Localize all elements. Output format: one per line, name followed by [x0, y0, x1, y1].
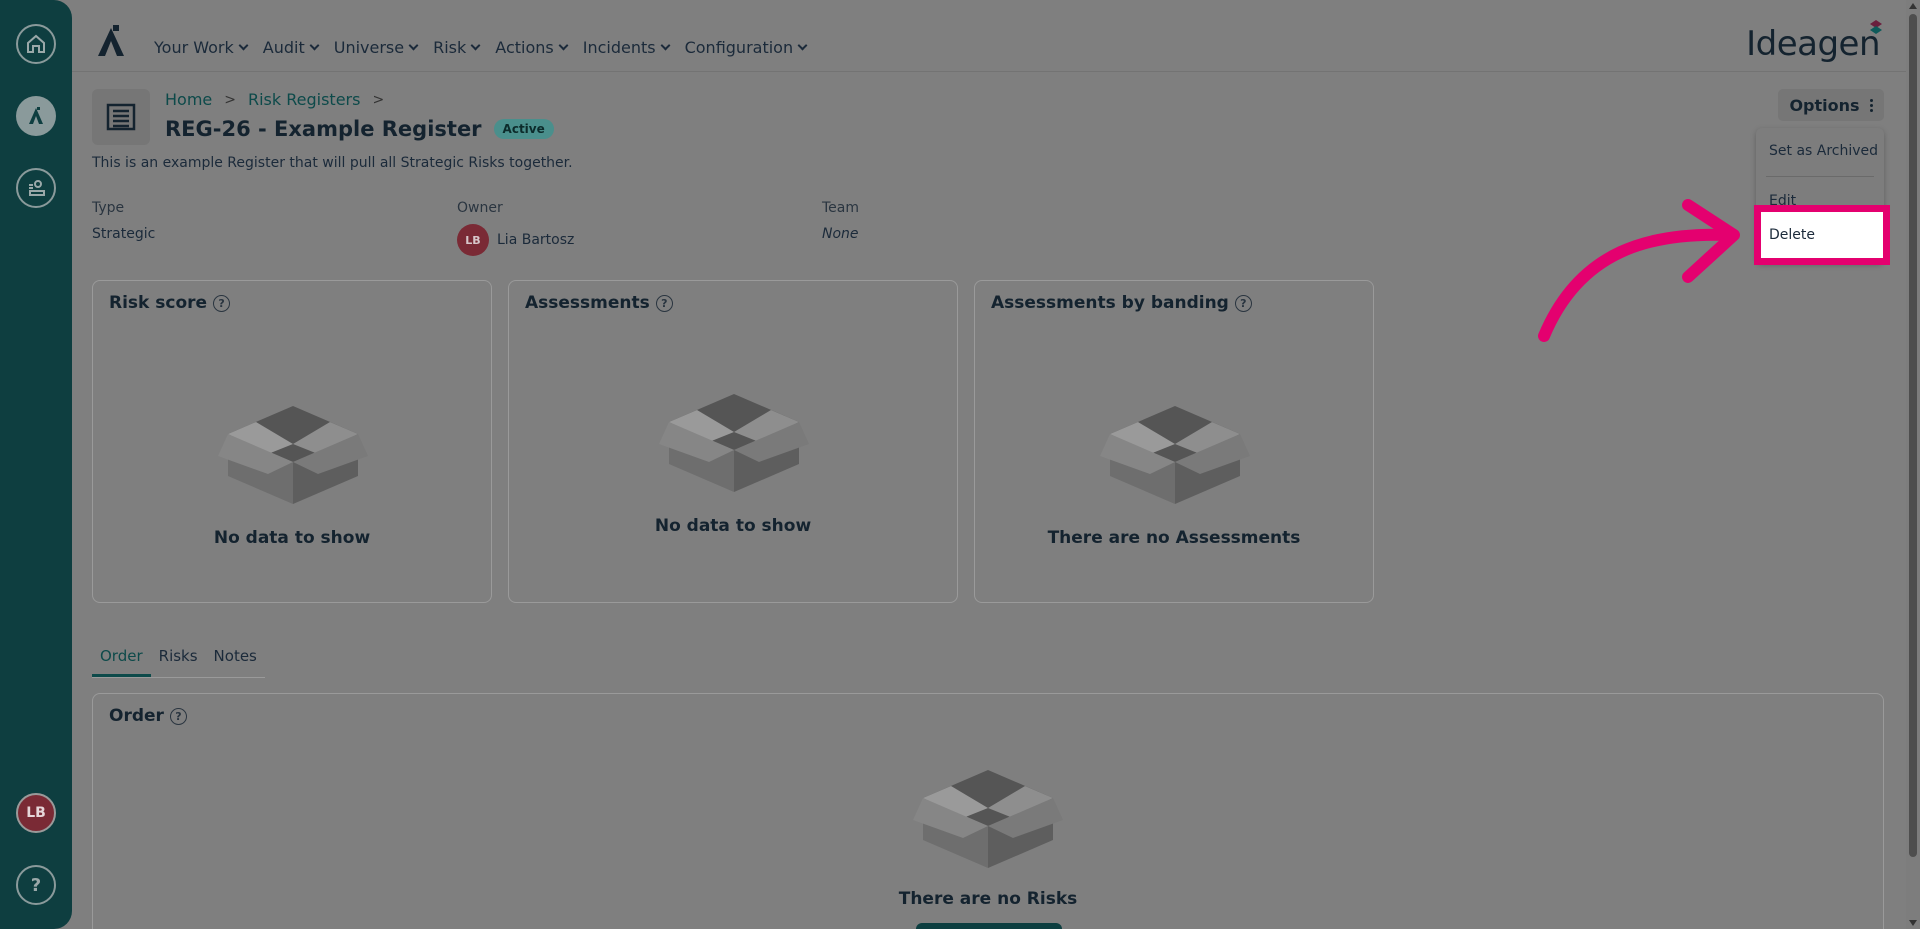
home-icon[interactable] — [16, 24, 56, 64]
empty-box-icon — [218, 406, 368, 504]
menu-divider — [1766, 176, 1874, 177]
options-label: Options — [1789, 95, 1860, 115]
nav-label: Audit — [262, 38, 305, 57]
meta-owner: Owner LB Lia Bartosz — [457, 200, 574, 256]
help-icon[interactable]: ? — [213, 294, 231, 312]
options-button[interactable]: Options — [1778, 89, 1884, 121]
breadcrumb-separator: > — [224, 91, 236, 108]
scroll-thumb[interactable] — [1909, 14, 1917, 857]
tab-risks[interactable]: Risks — [151, 643, 206, 677]
card-title: Assessments ? — [525, 293, 673, 313]
nav-incidents[interactable]: Incidents — [582, 38, 671, 57]
user-avatar[interactable]: LB — [16, 793, 56, 833]
nav-label: Configuration — [684, 38, 794, 57]
menu-set-archived[interactable]: Set as Archived — [1769, 143, 1878, 159]
chevron-down-icon — [408, 40, 419, 51]
nav-actions[interactable]: Actions — [495, 38, 569, 57]
meta-team: Team None — [822, 200, 859, 242]
nav-label: Universe — [333, 38, 405, 57]
owner-avatar: LB — [457, 224, 489, 256]
breadcrumb-risk-registers[interactable]: Risk Registers — [248, 90, 360, 109]
chevron-down-icon — [470, 40, 481, 51]
chevron-down-icon — [309, 40, 320, 51]
nav-your-work[interactable]: Your Work — [154, 38, 249, 57]
nav-label: Actions — [495, 38, 554, 57]
type-label: Type — [92, 200, 125, 216]
order-title-text: Order — [109, 706, 164, 726]
empty-state-text: There are no Assessments — [1047, 528, 1301, 548]
empty-state-text: No data to show — [654, 516, 812, 536]
card-title-text: Assessments by banding — [991, 293, 1229, 313]
assessments-by-banding-card: Assessments by banding ? There are no As… — [974, 280, 1374, 603]
chevron-down-icon — [238, 40, 249, 51]
breadcrumb: Home > Risk Registers > — [165, 90, 384, 109]
nav-universe[interactable]: Universe — [333, 38, 419, 57]
help-icon[interactable]: ? — [16, 865, 56, 905]
brand-mark-icon — [1870, 20, 1882, 34]
brand-logo: Ideagen — [1746, 24, 1880, 64]
card-title: Assessments by banding ? — [991, 293, 1252, 313]
tab-order[interactable]: Order — [92, 643, 151, 677]
status-badge: Active — [493, 119, 554, 139]
team-label: Team — [822, 200, 860, 216]
type-value: Strategic — [92, 226, 156, 242]
nav-label: Incidents — [582, 38, 656, 57]
empty-box-icon — [1100, 406, 1250, 504]
page-scrollbar[interactable] — [1906, 0, 1920, 929]
breadcrumb-separator: > — [372, 91, 385, 108]
people-icon[interactable] — [16, 168, 56, 208]
tab-notes[interactable]: Notes — [206, 643, 265, 677]
chevron-down-icon — [660, 40, 671, 51]
add-risk-button[interactable] — [916, 923, 1062, 929]
order-title: Order ? — [109, 706, 187, 726]
app-logo-icon[interactable] — [94, 24, 130, 62]
meta-type: Type Strategic — [92, 200, 155, 242]
empty-box-icon — [659, 394, 809, 492]
owner-name: Lia Bartosz — [497, 232, 575, 248]
chevron-down-icon — [797, 40, 808, 51]
empty-box-icon — [913, 770, 1063, 868]
top-bar: Your Work Audit Universe Risk Actions In… — [72, 0, 1906, 72]
empty-state-text: No data to show — [213, 528, 371, 548]
title-row: REG-26 - Example Register Active — [165, 117, 554, 141]
nav-risk[interactable]: Risk — [433, 38, 481, 57]
nav-audit[interactable]: Audit — [262, 38, 320, 57]
help-icon[interactable]: ? — [169, 707, 187, 725]
order-panel: Order ? There are no Risks — [92, 693, 1884, 929]
pointer-arrow-icon — [1538, 199, 1740, 342]
nav-configuration[interactable]: Configuration — [684, 38, 808, 57]
breadcrumb-home[interactable]: Home — [165, 90, 212, 109]
menu-delete[interactable]: Delete — [1761, 212, 1883, 258]
app-logo-icon[interactable] — [16, 96, 56, 136]
kebab-icon — [1869, 98, 1873, 112]
register-description: This is an example Register that will pu… — [92, 155, 573, 171]
help-icon[interactable]: ? — [1234, 294, 1252, 312]
chevron-down-icon — [558, 40, 569, 51]
card-title-text: Risk score — [109, 293, 208, 313]
owner-label: Owner — [457, 200, 503, 216]
nav-label: Your Work — [154, 38, 234, 57]
register-icon — [92, 89, 150, 145]
card-title-text: Assessments — [525, 293, 650, 313]
help-icon[interactable]: ? — [655, 294, 673, 312]
nav-label: Risk — [433, 38, 467, 57]
team-value: None — [822, 226, 859, 242]
empty-state-text: There are no Risks — [898, 889, 1078, 909]
card-title: Risk score ? — [109, 293, 231, 313]
scroll-up-icon[interactable] — [1909, 3, 1917, 9]
tab-bar: Order Risks Notes — [92, 643, 265, 678]
scroll-down-icon[interactable] — [1909, 920, 1917, 926]
main-nav: Your Work Audit Universe Risk Actions In… — [154, 38, 808, 57]
risk-score-card: Risk score ? No data to show — [92, 280, 492, 603]
left-rail: LB ? — [0, 0, 72, 929]
page-title: REG-26 - Example Register — [165, 117, 482, 141]
assessments-card: Assessments ? No data to show — [508, 280, 958, 603]
